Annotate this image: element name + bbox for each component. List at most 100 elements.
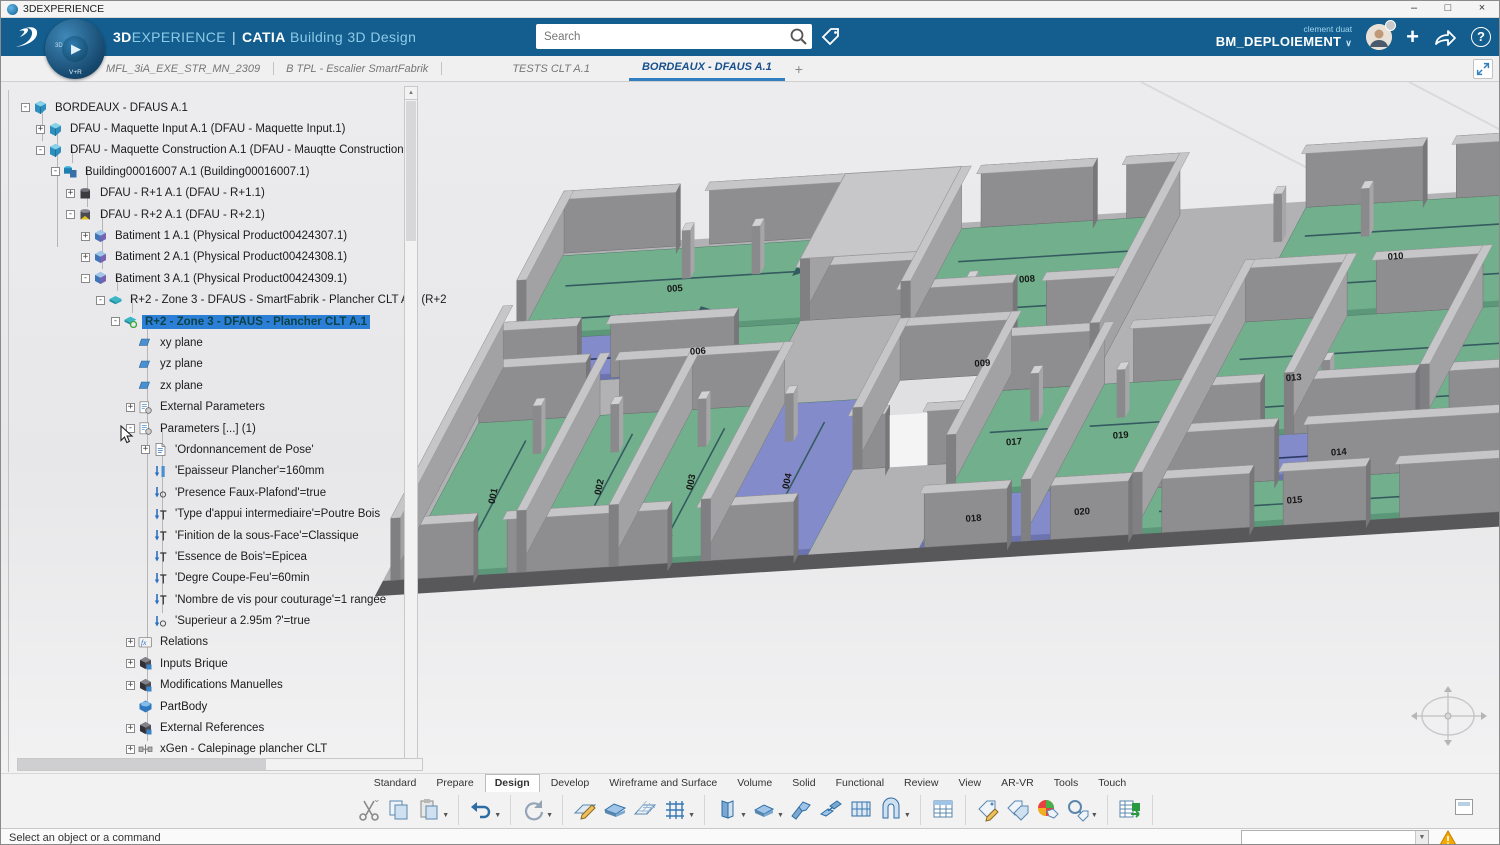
sketch-icon[interactable] [570,795,600,825]
workbench-tab-standard[interactable]: Standard [365,775,426,792]
tree-item-5[interactable]: +DFAU - R+1 A.1 (DFAU - R+1.1) [15,183,407,204]
tree-item-26[interactable]: +fxRelations [15,632,407,653]
doc-tab-1[interactable]: MFL_3iA_EXE_STR_MN_2309 [93,56,273,81]
search-box[interactable] [536,24,812,49]
tree-item-4[interactable]: - Building00016007 A.1 (Building00016007.… [15,161,407,182]
schedule-icon[interactable] [928,795,958,825]
horizontal-scroll-thumb[interactable] [18,759,266,770]
tree-item-17[interactable]: +'Ordonnancement de Pose' [15,439,407,460]
slab-small-icon[interactable] [749,795,779,825]
dropdown-caret-icon[interactable]: ▼ [494,812,501,819]
collapse-node-icon[interactable]: - [81,274,90,283]
tree-item-label[interactable]: Relations [157,635,211,649]
maximize-button[interactable]: □ [1431,1,1465,17]
tag-icon[interactable] [819,26,843,48]
tag-edit-icon[interactable] [973,795,1003,825]
tree-item-18[interactable]: +'Epaisseur Plancher'=160mm [15,461,407,482]
tree-item-8[interactable]: + Batiment 2 A.1 (Physical Product0042430… [15,247,407,268]
tree-item-label[interactable]: Parameters [...] (1) [157,422,259,436]
add-tab-button[interactable]: + [785,61,813,77]
tree-item-28[interactable]: + Modifications Manuelles [15,675,407,696]
help-button[interactable]: ? [1471,27,1491,47]
tree-item-9[interactable]: - Batiment 3 A.1 (Physical Product0042430… [15,268,407,289]
collapse-node-icon[interactable]: - [36,146,45,155]
tree-item-label[interactable]: Building00016007 A.1 (Building00016007.1… [82,165,312,179]
paste-icon[interactable] [414,795,444,825]
expand-node-icon[interactable]: + [81,253,90,262]
viewport-maximize-icon[interactable] [1473,59,1493,79]
tree-item-label[interactable]: Modifications Manuelles [157,678,286,692]
curtain-wall-icon[interactable] [846,795,876,825]
expand-node-icon[interactable]: + [126,724,135,733]
tree-item-2[interactable]: +DFAU - Maquette Input A.1 (DFAU - Maque… [15,118,407,139]
undo-icon[interactable] [466,795,496,825]
dropdown-caret-icon[interactable]: ▼ [1091,812,1098,819]
tree-item-10[interactable]: -R+2 - Zone 3 - DFAUS - SmartFabrik - Pl… [15,290,407,311]
dropdown-caret-icon[interactable]: ▼ [442,812,449,819]
tree-item-15[interactable]: +External Parameters [15,396,407,417]
dropdown-caret-icon[interactable]: ▼ [904,812,911,819]
workbench-tab-view[interactable]: View [949,775,990,792]
compass-play-icon[interactable]: ▶ [62,36,88,62]
tree-item-23[interactable]: +'Degre Coupe-Feu'=60min [15,568,407,589]
opening-icon[interactable] [876,795,906,825]
search-icon[interactable] [788,26,810,48]
tree-item-11[interactable]: -R+2 - Zone 3 - DFAUS - Plancher CLT A.1 [15,311,407,332]
tree-item-label[interactable]: R+2 - Zone 3 - DFAUS - SmartFabrik - Pla… [127,293,450,307]
collapse-node-icon[interactable]: - [51,167,60,176]
panel-toggle-icon[interactable] [1455,799,1473,815]
workbench-tab-volume[interactable]: Volume [728,775,781,792]
doc-tab-4[interactable]: BORDEAUX - DFAUS A.1 [629,56,785,81]
3d-viewport[interactable]: 0050060080090100130140150170190180200010… [1,82,1499,773]
update-icon[interactable] [518,795,548,825]
expand-node-icon[interactable]: + [66,189,75,198]
expand-node-icon[interactable]: + [126,638,135,647]
tree-item-label[interactable]: Inputs Brique [157,657,231,671]
beam-icon[interactable] [786,795,816,825]
tree-item-13[interactable]: +yz plane [15,354,407,375]
add-content-button[interactable]: + [1406,26,1419,48]
tree-item-7[interactable]: +Batiment 1 A.1 (Physical Product0042430… [15,225,407,246]
dropdown-caret-icon[interactable]: ▼ [777,812,784,819]
tree-item-label[interactable]: 'Nombre de vis pour couturage'=1 rangee [172,593,389,607]
collapse-node-icon[interactable]: - [66,210,75,219]
dropdown-caret-icon[interactable]: ▼ [546,812,553,819]
tree-item-12[interactable]: +xy plane [15,332,407,353]
collapse-toolbar-chevron-icon[interactable]: ⌄ [373,794,381,805]
dropdown-caret-icon[interactable]: ▼ [740,812,747,819]
tree-item-label[interactable]: Batiment 3 A.1 (Physical Product00424309… [112,272,350,286]
workbench-tab-review[interactable]: Review [895,775,947,792]
tree-item-3[interactable]: -DFAU - Maquette Construction A.1 (DFAU … [15,140,407,161]
combo-dropdown-icon[interactable]: ▼ [1415,831,1428,844]
tree-item-30[interactable]: + External References [15,717,407,738]
tree-item-label[interactable]: DFAU - R+2 A.1 (DFAU - R+2.1) [97,208,268,222]
tree-item-21[interactable]: +'Finition de la sous-Face'=Classique [15,525,407,546]
expand-node-icon[interactable]: + [126,659,135,668]
expand-node-icon[interactable]: + [126,681,135,690]
tree-item-1[interactable]: -BORDEAUX - DFAUS A.1 [15,97,407,118]
share-icon[interactable] [1433,27,1457,47]
workbench-tab-touch[interactable]: Touch [1089,775,1135,792]
expand-node-icon[interactable]: + [126,745,135,754]
workbench-tab-design[interactable]: Design [485,774,540,793]
wall-icon[interactable] [712,795,742,825]
tree-item-label[interactable]: Batiment 1 A.1 (Physical Product00424307… [112,229,350,243]
copy-icon[interactable] [384,795,414,825]
tree-item-25[interactable]: +'Superieur a 2.95m ?'=true [15,610,407,631]
tree-item-label[interactable]: Batiment 2 A.1 (Physical Product00424308… [112,250,350,264]
tree-item-22[interactable]: +'Essence de Bois'=Epicea [15,546,407,567]
tree-item-label[interactable]: 'Presence Faux-Plafond'=true [172,486,329,500]
slab-icon[interactable] [600,795,630,825]
fastener-icon[interactable] [816,795,846,825]
tree-item-19[interactable]: +'Presence Faux-Plafond'=true [15,482,407,503]
collapse-node-icon[interactable]: - [96,296,105,305]
doc-tab-3[interactable]: TESTS CLT A.1 [499,56,603,81]
expand-node-icon[interactable]: + [141,445,150,454]
tree-item-label[interactable]: yz plane [157,357,206,371]
collapse-node-icon[interactable]: - [21,103,30,112]
doc-tab-2[interactable]: B TPL - Escalier SmartFabrik [273,56,441,81]
tree-item-label[interactable]: External References [157,721,267,735]
command-input[interactable]: ▼ [1241,830,1429,845]
tree-item-16[interactable]: -Parameters [...] (1) [15,418,407,439]
tree-item-label[interactable]: 'Degre Coupe-Feu'=60min [172,571,312,585]
